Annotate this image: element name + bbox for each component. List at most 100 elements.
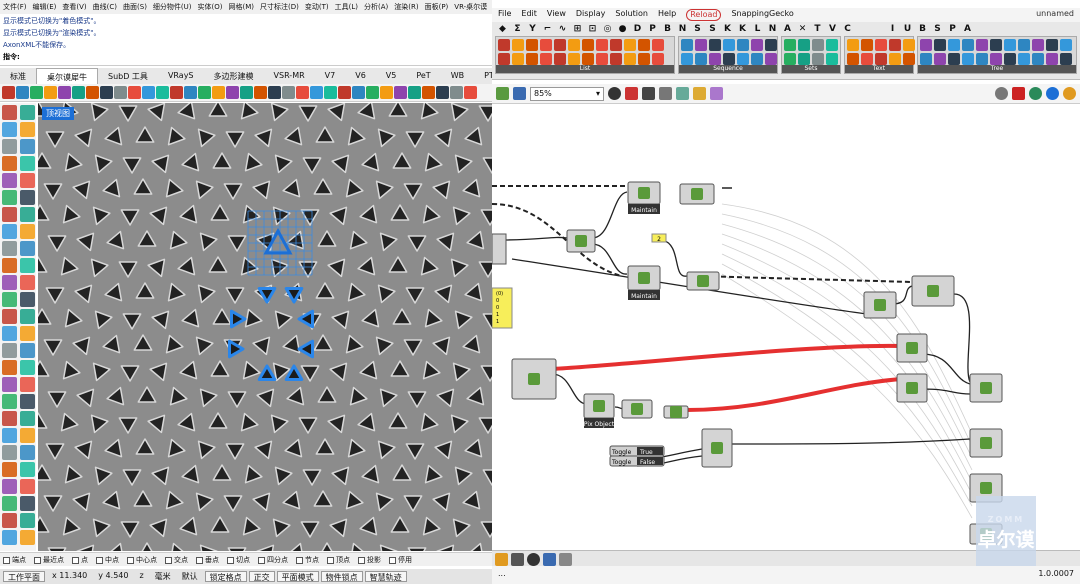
menu-view[interactable]: View <box>547 9 566 21</box>
tool-icon[interactable] <box>20 445 35 460</box>
component-icon[interactable] <box>812 39 824 51</box>
category-tab[interactable]: N <box>676 24 689 34</box>
wire[interactable] <box>551 373 588 405</box>
category-tab[interactable]: K <box>736 24 749 34</box>
tool-icon[interactable] <box>20 513 35 528</box>
node-pixel-input[interactable] <box>511 358 557 400</box>
category-tab[interactable]: Σ <box>511 24 524 34</box>
tool-icon[interactable] <box>212 86 225 99</box>
tool-icon[interactable] <box>380 86 393 99</box>
tool-icon[interactable] <box>436 86 449 99</box>
node-weave[interactable] <box>911 275 955 307</box>
tab-item[interactable]: PeT <box>406 68 440 84</box>
save-icon[interactable] <box>513 87 526 100</box>
node-merge[interactable] <box>969 373 1003 403</box>
checkbox-icon[interactable] <box>3 556 10 564</box>
tool-icon[interactable] <box>394 86 407 99</box>
node-region[interactable] <box>566 229 596 253</box>
render-icon[interactable] <box>1029 87 1042 100</box>
checkbox-icon[interactable] <box>296 556 303 564</box>
node-list-a[interactable] <box>896 333 928 363</box>
tool-icon[interactable] <box>2 86 15 99</box>
category-tab[interactable]: ⊞ <box>571 24 584 34</box>
component-icon[interactable] <box>1004 53 1016 65</box>
tool-icon[interactable] <box>296 86 309 99</box>
status-toggle[interactable]: 正交 <box>248 571 275 582</box>
node-sort[interactable] <box>663 405 689 419</box>
node-curve[interactable] <box>863 291 897 319</box>
tool-icon[interactable] <box>20 428 35 443</box>
tool-icon[interactable] <box>338 86 351 99</box>
category-tab[interactable]: S <box>931 24 944 34</box>
tool-icon[interactable] <box>324 86 337 99</box>
tool-icon[interactable] <box>20 309 35 324</box>
component-icon[interactable] <box>847 53 859 65</box>
component-icon[interactable] <box>934 53 946 65</box>
component-icon[interactable] <box>990 39 1002 51</box>
tool-icon[interactable] <box>464 86 477 99</box>
tool-icon[interactable] <box>44 86 57 99</box>
category-tab[interactable]: L <box>751 24 764 34</box>
component-icon[interactable] <box>1032 39 1044 51</box>
category-tab[interactable]: ✕ <box>796 24 809 34</box>
tool-icon[interactable] <box>2 275 17 290</box>
tool-icon[interactable] <box>2 445 17 460</box>
component-icon[interactable] <box>695 39 707 51</box>
menu-solution[interactable]: Solution <box>615 9 648 21</box>
tool-icon[interactable] <box>2 292 17 307</box>
component-icon[interactable] <box>1060 39 1072 51</box>
component-icon[interactable] <box>751 53 763 65</box>
menu-item[interactable]: 渲染(R) <box>394 2 418 12</box>
tool-icon[interactable] <box>30 86 43 99</box>
component-icon[interactable] <box>596 39 608 51</box>
tool-icon[interactable] <box>408 86 421 99</box>
tool-icon[interactable] <box>2 309 17 324</box>
osnap-option[interactable]: 停用 <box>389 555 412 564</box>
component-icon[interactable] <box>889 53 901 65</box>
tool-icon[interactable] <box>170 86 183 99</box>
tool-icon[interactable] <box>72 86 85 99</box>
tool-icon[interactable] <box>20 343 35 358</box>
checkbox-icon[interactable] <box>165 556 172 564</box>
menu-display[interactable]: Display <box>576 9 606 21</box>
component-icon[interactable] <box>638 53 650 65</box>
component-icon[interactable] <box>737 53 749 65</box>
tab-item[interactable]: SubD 工具 <box>98 68 158 84</box>
category-tab[interactable]: N <box>766 24 779 34</box>
tool-icon[interactable] <box>2 496 17 511</box>
component-icon[interactable] <box>512 39 524 51</box>
osnap-option[interactable]: 中点 <box>96 555 119 564</box>
menu-item[interactable]: 网格(M) <box>229 2 255 12</box>
component-icon[interactable] <box>798 53 810 65</box>
bake-icon[interactable] <box>495 553 508 566</box>
tool-icon[interactable] <box>2 156 17 171</box>
component-icon[interactable] <box>526 39 538 51</box>
tool-icon[interactable] <box>2 394 17 409</box>
category-tab[interactable]: ⊡ <box>586 24 599 34</box>
component-icon[interactable] <box>709 39 721 51</box>
component-icon[interactable] <box>568 39 580 51</box>
tool-icon[interactable] <box>2 428 17 443</box>
tool-icon[interactable] <box>58 86 71 99</box>
tool-icon[interactable] <box>20 496 35 511</box>
node-stream[interactable] <box>701 428 733 468</box>
component-icon[interactable] <box>861 53 873 65</box>
menu-file[interactable]: File <box>498 9 511 21</box>
component-icon[interactable] <box>723 53 735 65</box>
tool-icon[interactable] <box>20 139 35 154</box>
component-icon[interactable] <box>610 53 622 65</box>
category-tab[interactable]: D <box>631 24 644 34</box>
viewport-label[interactable]: 顶视图 <box>42 107 74 120</box>
category-tab[interactable]: T <box>811 24 824 34</box>
component-icon[interactable] <box>798 39 810 51</box>
tool-icon[interactable] <box>2 207 17 222</box>
component-icon[interactable] <box>751 39 763 51</box>
component-icon[interactable] <box>610 39 622 51</box>
component-icon[interactable] <box>976 53 988 65</box>
menu-item[interactable]: 查看(V) <box>62 2 86 12</box>
tool-icon[interactable] <box>86 86 99 99</box>
component-icon[interactable] <box>624 53 636 65</box>
status-toggle[interactable]: 平面模式 <box>276 571 319 582</box>
component-icon[interactable] <box>1018 39 1030 51</box>
component-icon[interactable] <box>976 39 988 51</box>
